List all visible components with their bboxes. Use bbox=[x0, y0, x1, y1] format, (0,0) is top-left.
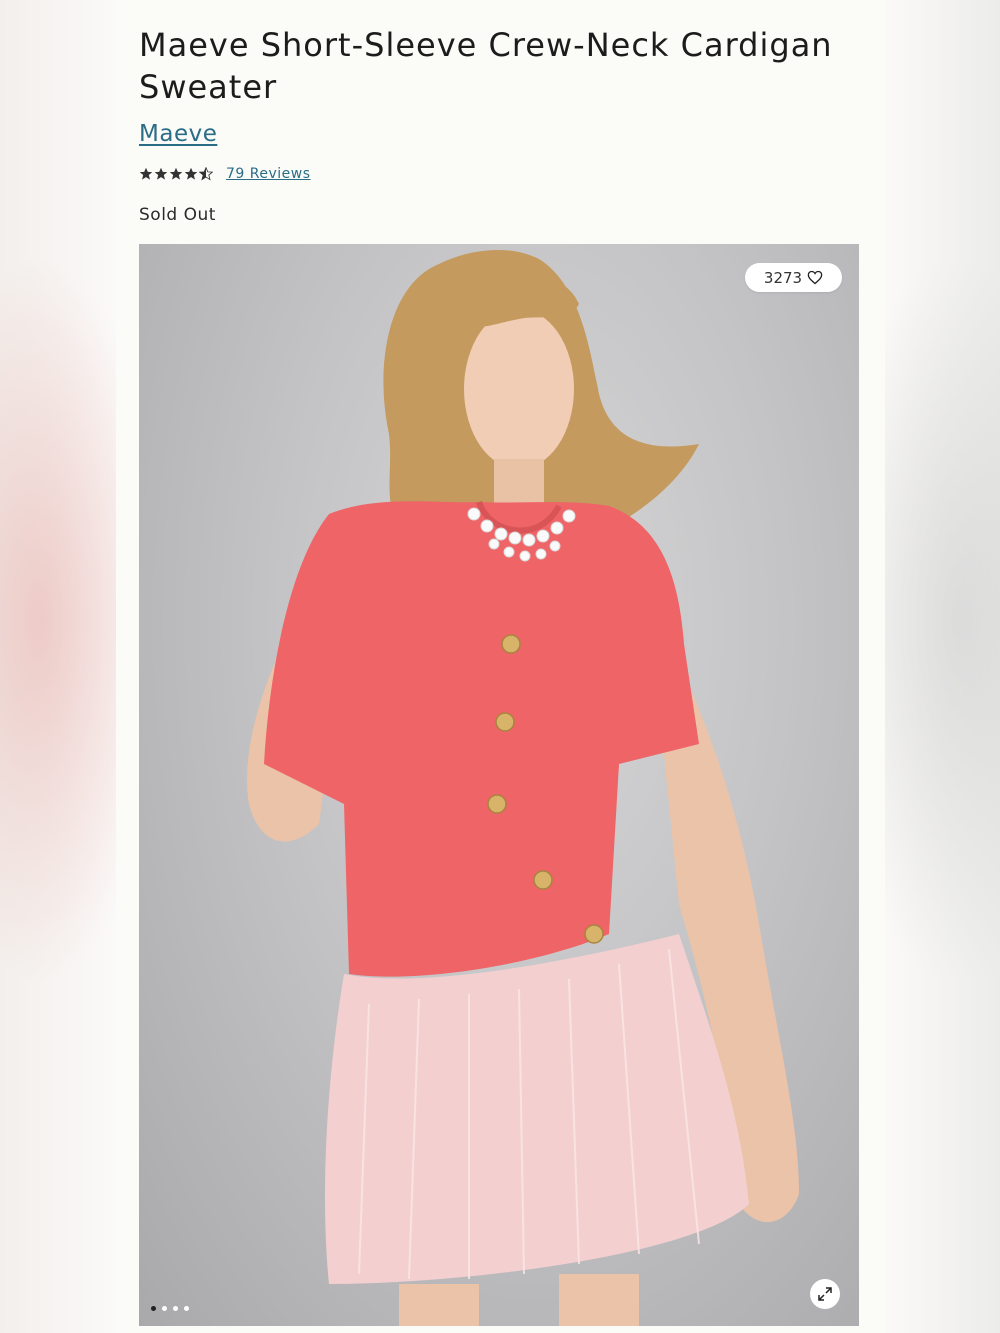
star-icon bbox=[169, 167, 183, 180]
carousel-dot[interactable] bbox=[151, 1306, 156, 1311]
rating-row: 79 Reviews bbox=[139, 166, 311, 182]
likes-count: 3273 bbox=[763, 268, 803, 287]
reviews-link[interactable]: 79 Reviews bbox=[226, 166, 311, 182]
carousel-dot[interactable] bbox=[173, 1306, 178, 1311]
availability-status: Sold Out bbox=[139, 205, 216, 225]
brand-link[interactable]: Maeve bbox=[139, 121, 217, 147]
star-icon bbox=[139, 167, 153, 180]
product-title: Maeve Short-Sleeve Crew-Neck Cardigan Sw… bbox=[139, 26, 833, 106]
carousel-dot[interactable] bbox=[184, 1306, 189, 1311]
carousel-dots bbox=[151, 1306, 189, 1311]
favorite-button[interactable]: 3273 bbox=[745, 263, 842, 292]
star-icon bbox=[184, 167, 198, 180]
carousel-dot[interactable] bbox=[162, 1306, 167, 1311]
product-image[interactable]: 3273 bbox=[139, 244, 859, 1326]
expand-icon bbox=[818, 1287, 832, 1301]
half-star-icon bbox=[199, 167, 213, 181]
heart-icon bbox=[807, 270, 823, 285]
star-icon bbox=[154, 167, 168, 180]
star-rating bbox=[139, 167, 213, 181]
expand-image-button[interactable] bbox=[810, 1279, 840, 1309]
model-illustration bbox=[247, 249, 799, 1326]
